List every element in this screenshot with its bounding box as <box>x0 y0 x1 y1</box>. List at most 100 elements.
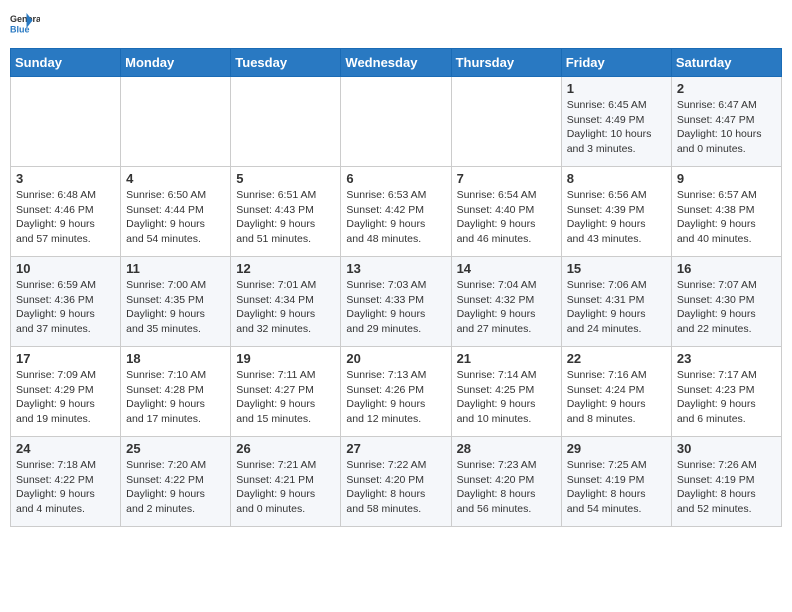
day-number: 20 <box>346 351 445 366</box>
calendar-day-cell <box>341 77 451 167</box>
day-number: 22 <box>567 351 666 366</box>
calendar-day-cell: 19 Sunrise: 7:11 AMSunset: 4:27 PMDaylig… <box>231 347 341 437</box>
calendar-table: SundayMondayTuesdayWednesdayThursdayFrid… <box>10 48 782 527</box>
day-detail: Sunrise: 7:03 AMSunset: 4:33 PMDaylight:… <box>346 278 445 337</box>
calendar-day-cell: 26 Sunrise: 7:21 AMSunset: 4:21 PMDaylig… <box>231 437 341 527</box>
day-detail: Sunrise: 6:47 AMSunset: 4:47 PMDaylight:… <box>677 98 776 157</box>
calendar-day-cell: 10 Sunrise: 6:59 AMSunset: 4:36 PMDaylig… <box>11 257 121 347</box>
day-number: 14 <box>457 261 556 276</box>
calendar-week-row: 10 Sunrise: 6:59 AMSunset: 4:36 PMDaylig… <box>11 257 782 347</box>
day-detail: Sunrise: 6:54 AMSunset: 4:40 PMDaylight:… <box>457 188 556 247</box>
day-number: 16 <box>677 261 776 276</box>
calendar-week-row: 1 Sunrise: 6:45 AMSunset: 4:49 PMDayligh… <box>11 77 782 167</box>
day-number: 5 <box>236 171 335 186</box>
day-number: 1 <box>567 81 666 96</box>
calendar-day-cell: 11 Sunrise: 7:00 AMSunset: 4:35 PMDaylig… <box>121 257 231 347</box>
day-number: 15 <box>567 261 666 276</box>
calendar-day-cell: 6 Sunrise: 6:53 AMSunset: 4:42 PMDayligh… <box>341 167 451 257</box>
day-number: 9 <box>677 171 776 186</box>
day-number: 12 <box>236 261 335 276</box>
day-number: 26 <box>236 441 335 456</box>
calendar-day-cell: 21 Sunrise: 7:14 AMSunset: 4:25 PMDaylig… <box>451 347 561 437</box>
calendar-day-cell: 15 Sunrise: 7:06 AMSunset: 4:31 PMDaylig… <box>561 257 671 347</box>
day-detail: Sunrise: 7:17 AMSunset: 4:23 PMDaylight:… <box>677 368 776 427</box>
day-number: 4 <box>126 171 225 186</box>
day-detail: Sunrise: 7:07 AMSunset: 4:30 PMDaylight:… <box>677 278 776 337</box>
calendar-day-cell: 28 Sunrise: 7:23 AMSunset: 4:20 PMDaylig… <box>451 437 561 527</box>
day-number: 28 <box>457 441 556 456</box>
day-detail: Sunrise: 7:01 AMSunset: 4:34 PMDaylight:… <box>236 278 335 337</box>
day-detail: Sunrise: 7:00 AMSunset: 4:35 PMDaylight:… <box>126 278 225 337</box>
calendar-day-cell <box>11 77 121 167</box>
day-detail: Sunrise: 7:09 AMSunset: 4:29 PMDaylight:… <box>16 368 115 427</box>
calendar-day-cell: 7 Sunrise: 6:54 AMSunset: 4:40 PMDayligh… <box>451 167 561 257</box>
day-of-week-header: Friday <box>561 49 671 77</box>
calendar-day-cell: 22 Sunrise: 7:16 AMSunset: 4:24 PMDaylig… <box>561 347 671 437</box>
day-of-week-header: Thursday <box>451 49 561 77</box>
day-detail: Sunrise: 6:59 AMSunset: 4:36 PMDaylight:… <box>16 278 115 337</box>
day-detail: Sunrise: 7:21 AMSunset: 4:21 PMDaylight:… <box>236 458 335 517</box>
calendar-day-cell: 18 Sunrise: 7:10 AMSunset: 4:28 PMDaylig… <box>121 347 231 437</box>
svg-text:General: General <box>10 14 40 24</box>
calendar-day-cell <box>231 77 341 167</box>
calendar-day-cell: 23 Sunrise: 7:17 AMSunset: 4:23 PMDaylig… <box>671 347 781 437</box>
day-number: 7 <box>457 171 556 186</box>
day-detail: Sunrise: 7:14 AMSunset: 4:25 PMDaylight:… <box>457 368 556 427</box>
day-detail: Sunrise: 6:48 AMSunset: 4:46 PMDaylight:… <box>16 188 115 247</box>
day-detail: Sunrise: 7:11 AMSunset: 4:27 PMDaylight:… <box>236 368 335 427</box>
day-detail: Sunrise: 7:06 AMSunset: 4:31 PMDaylight:… <box>567 278 666 337</box>
calendar-day-cell: 29 Sunrise: 7:25 AMSunset: 4:19 PMDaylig… <box>561 437 671 527</box>
calendar-day-cell <box>451 77 561 167</box>
day-detail: Sunrise: 7:22 AMSunset: 4:20 PMDaylight:… <box>346 458 445 517</box>
calendar-day-cell: 24 Sunrise: 7:18 AMSunset: 4:22 PMDaylig… <box>11 437 121 527</box>
calendar-day-cell: 16 Sunrise: 7:07 AMSunset: 4:30 PMDaylig… <box>671 257 781 347</box>
day-number: 8 <box>567 171 666 186</box>
calendar-day-cell: 12 Sunrise: 7:01 AMSunset: 4:34 PMDaylig… <box>231 257 341 347</box>
calendar-day-cell: 4 Sunrise: 6:50 AMSunset: 4:44 PMDayligh… <box>121 167 231 257</box>
day-detail: Sunrise: 7:16 AMSunset: 4:24 PMDaylight:… <box>567 368 666 427</box>
day-number: 3 <box>16 171 115 186</box>
calendar-week-row: 17 Sunrise: 7:09 AMSunset: 4:29 PMDaylig… <box>11 347 782 437</box>
day-number: 2 <box>677 81 776 96</box>
day-detail: Sunrise: 7:23 AMSunset: 4:20 PMDaylight:… <box>457 458 556 517</box>
day-number: 17 <box>16 351 115 366</box>
day-number: 23 <box>677 351 776 366</box>
day-detail: Sunrise: 6:51 AMSunset: 4:43 PMDaylight:… <box>236 188 335 247</box>
calendar-day-cell: 3 Sunrise: 6:48 AMSunset: 4:46 PMDayligh… <box>11 167 121 257</box>
day-number: 30 <box>677 441 776 456</box>
day-number: 11 <box>126 261 225 276</box>
day-number: 25 <box>126 441 225 456</box>
day-detail: Sunrise: 7:20 AMSunset: 4:22 PMDaylight:… <box>126 458 225 517</box>
calendar-week-row: 24 Sunrise: 7:18 AMSunset: 4:22 PMDaylig… <box>11 437 782 527</box>
calendar-day-cell: 1 Sunrise: 6:45 AMSunset: 4:49 PMDayligh… <box>561 77 671 167</box>
day-detail: Sunrise: 6:57 AMSunset: 4:38 PMDaylight:… <box>677 188 776 247</box>
day-detail: Sunrise: 6:53 AMSunset: 4:42 PMDaylight:… <box>346 188 445 247</box>
day-of-week-header: Monday <box>121 49 231 77</box>
day-detail: Sunrise: 6:45 AMSunset: 4:49 PMDaylight:… <box>567 98 666 157</box>
day-number: 6 <box>346 171 445 186</box>
day-detail: Sunrise: 7:13 AMSunset: 4:26 PMDaylight:… <box>346 368 445 427</box>
calendar-day-cell: 17 Sunrise: 7:09 AMSunset: 4:29 PMDaylig… <box>11 347 121 437</box>
day-number: 13 <box>346 261 445 276</box>
calendar-day-cell: 8 Sunrise: 6:56 AMSunset: 4:39 PMDayligh… <box>561 167 671 257</box>
day-number: 19 <box>236 351 335 366</box>
calendar-day-cell: 25 Sunrise: 7:20 AMSunset: 4:22 PMDaylig… <box>121 437 231 527</box>
calendar-day-cell: 14 Sunrise: 7:04 AMSunset: 4:32 PMDaylig… <box>451 257 561 347</box>
calendar-day-cell: 9 Sunrise: 6:57 AMSunset: 4:38 PMDayligh… <box>671 167 781 257</box>
day-detail: Sunrise: 7:10 AMSunset: 4:28 PMDaylight:… <box>126 368 225 427</box>
day-of-week-header: Tuesday <box>231 49 341 77</box>
logo: GeneralBlue <box>10 10 40 40</box>
logo-icon: GeneralBlue <box>10 10 40 40</box>
day-number: 29 <box>567 441 666 456</box>
day-detail: Sunrise: 6:50 AMSunset: 4:44 PMDaylight:… <box>126 188 225 247</box>
day-number: 21 <box>457 351 556 366</box>
calendar-day-cell: 27 Sunrise: 7:22 AMSunset: 4:20 PMDaylig… <box>341 437 451 527</box>
calendar-day-cell: 30 Sunrise: 7:26 AMSunset: 4:19 PMDaylig… <box>671 437 781 527</box>
calendar-week-row: 3 Sunrise: 6:48 AMSunset: 4:46 PMDayligh… <box>11 167 782 257</box>
day-number: 24 <box>16 441 115 456</box>
day-detail: Sunrise: 7:18 AMSunset: 4:22 PMDaylight:… <box>16 458 115 517</box>
calendar-day-cell: 13 Sunrise: 7:03 AMSunset: 4:33 PMDaylig… <box>341 257 451 347</box>
day-of-week-header: Sunday <box>11 49 121 77</box>
page-header: GeneralBlue <box>10 10 782 40</box>
day-number: 27 <box>346 441 445 456</box>
